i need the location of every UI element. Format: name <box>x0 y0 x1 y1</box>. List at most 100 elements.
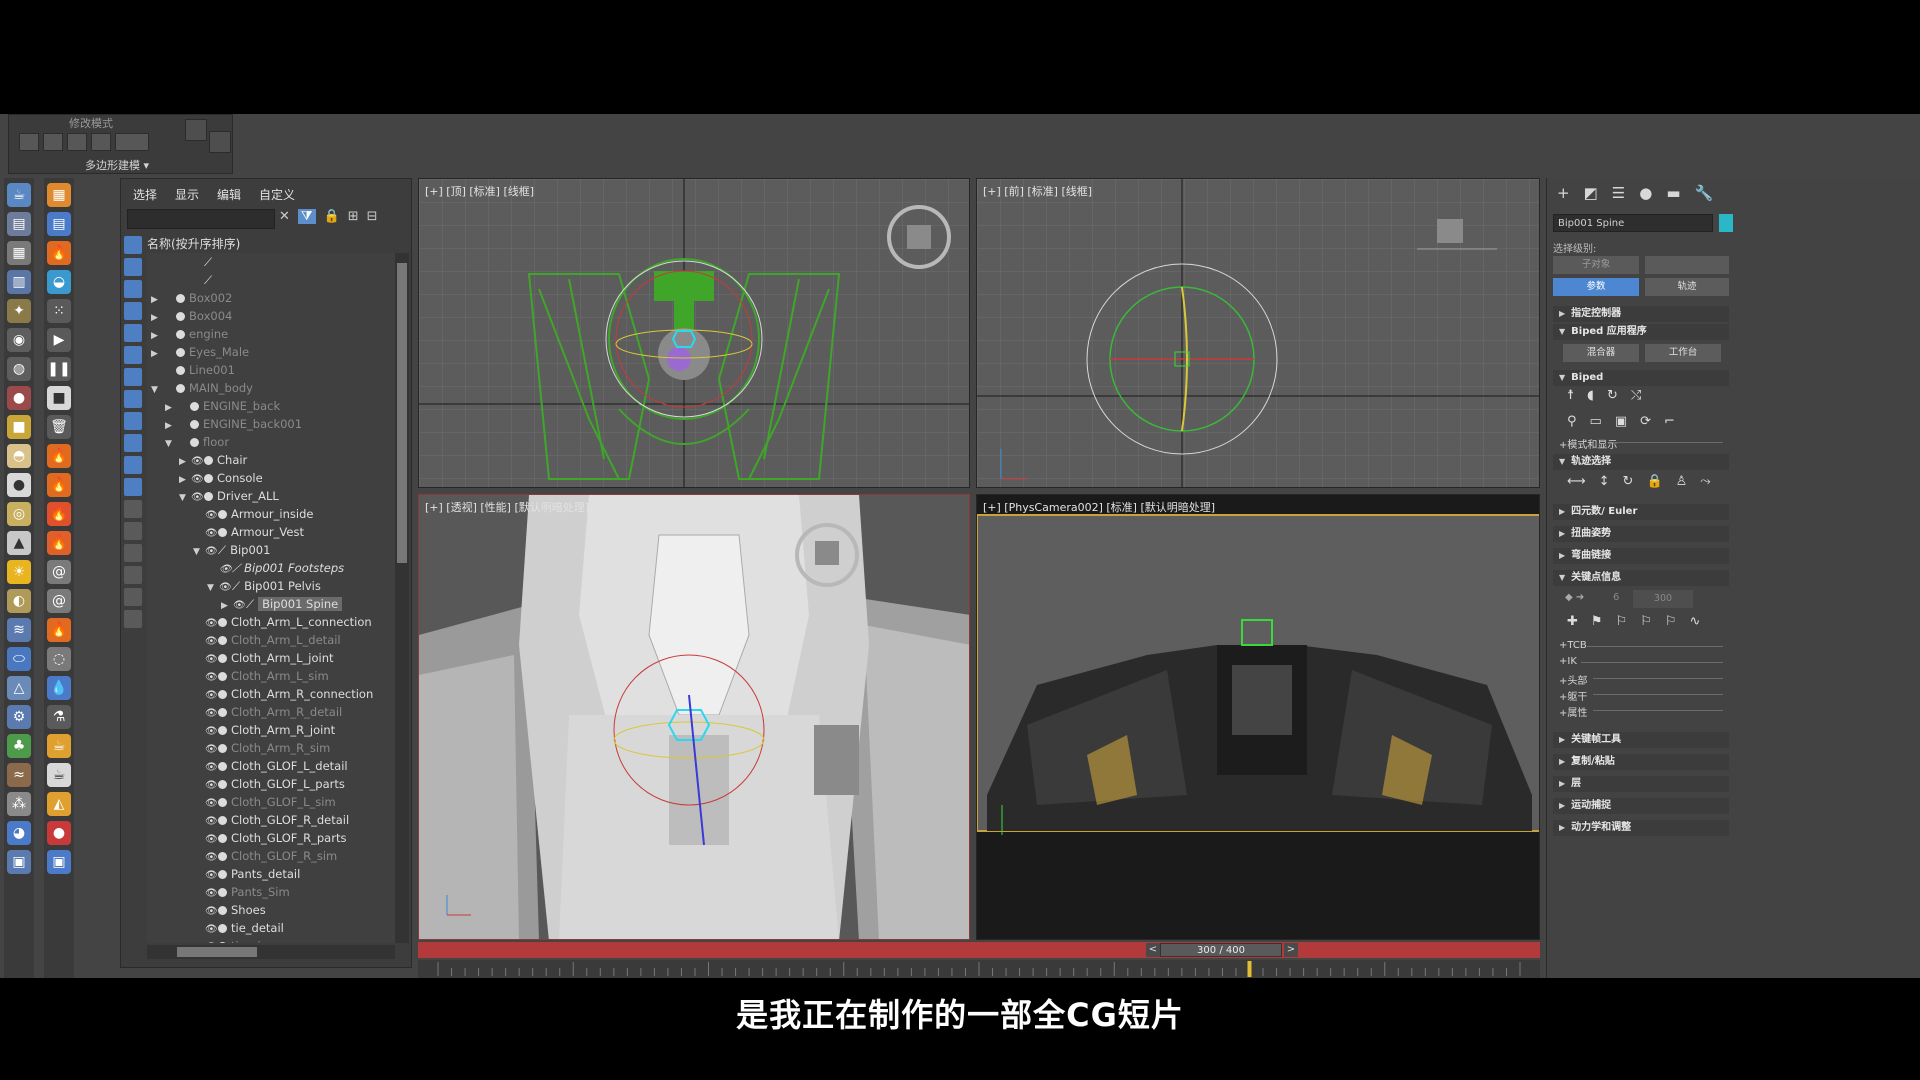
set-free-key-icon[interactable]: ⚐ <box>1640 614 1652 629</box>
display-tab-icon[interactable]: ▬ <box>1666 184 1680 202</box>
filter-hidden-icon[interactable] <box>124 478 142 496</box>
trash-icon[interactable]: 🗑 <box>47 415 71 439</box>
spiral-icon-2[interactable]: @ <box>47 589 71 613</box>
tree-row[interactable]: 👁 Cloth_Arm_L_detail <box>147 631 395 649</box>
tree-row[interactable]: ▶ ENGINE_back001 <box>147 415 395 433</box>
set-key-icon[interactable]: ✚ <box>1567 614 1578 629</box>
time-prev-button[interactable]: < <box>1146 943 1160 957</box>
ribbon-btn-5[interactable] <box>115 133 149 151</box>
body-section[interactable]: +躯干 <box>1559 688 1587 703</box>
rollout-copy-paste[interactable]: ▶ 复制/粘贴 <box>1553 754 1729 770</box>
sub-object-dropdown[interactable] <box>1645 256 1729 274</box>
ik-section[interactable]: +IK <box>1559 656 1577 667</box>
tree-row[interactable]: ▶ Box002 <box>147 289 395 307</box>
filter-containers-icon[interactable] <box>124 434 142 452</box>
filter-invert-icon[interactable] <box>124 544 142 562</box>
name-column-header[interactable]: 名称(按升序排序) <box>147 235 240 252</box>
teapot-icon[interactable]: ☕ <box>7 183 31 207</box>
sub-object-button[interactable]: 子对象 <box>1553 256 1639 274</box>
tree-row[interactable]: 👁 Cloth_Arm_L_connection <box>147 613 395 631</box>
fire-icon-4[interactable]: 🔥 <box>47 502 71 526</box>
rollout-quat-euler[interactable]: ▶ 四元数/ Euler <box>1553 504 1729 520</box>
tree-row[interactable]: 👁 Shoes <box>147 901 395 919</box>
sponge-icon[interactable]: ◭ <box>47 792 71 816</box>
key-nav-arrows[interactable]: ◆ ➔ <box>1565 592 1584 603</box>
ribbon-side-btn-1[interactable] <box>185 119 207 141</box>
filter-xrefs-icon[interactable] <box>124 390 142 408</box>
convert-icon[interactable]: ⟳ <box>1640 414 1651 429</box>
tree-row[interactable]: 👁 Cloth_Arm_L_sim <box>147 667 395 685</box>
object-name-field[interactable]: Bip001 Spine <box>1553 214 1713 232</box>
figure-mode-icon[interactable]: ☨ <box>1567 388 1574 403</box>
set-sliding-key-icon[interactable]: ⚐ <box>1616 614 1628 629</box>
helper-icon[interactable]: ◍ <box>7 357 31 381</box>
tree-row[interactable]: ▶ ENGINE_back <box>147 397 395 415</box>
grass-icon[interactable]: ⁂ <box>7 792 31 816</box>
rollout-bend-links[interactable]: ▶ 弯曲链接 <box>1553 548 1729 564</box>
drop-icon[interactable]: 💧 <box>47 676 71 700</box>
filter-bones-icon[interactable] <box>124 412 142 430</box>
tree-row[interactable]: 👁 Cloth_GLOF_L_detail <box>147 757 395 775</box>
hair-icon[interactable]: ≈ <box>7 763 31 787</box>
camera-icon[interactable]: ◉ <box>7 328 31 352</box>
funnel-icon[interactable] <box>124 566 142 584</box>
rollout-layers[interactable]: ▶ 层 <box>1553 776 1729 792</box>
symmetrical-icon[interactable]: ♙ <box>1676 474 1688 489</box>
ribbon-btn-3[interactable] <box>67 133 87 151</box>
viewport-persp-label[interactable]: [+] [透视] [性能] [默认明暗处理] <box>425 499 589 515</box>
fire-icon-5[interactable]: 🔥 <box>47 531 71 555</box>
tree-row[interactable]: 👁 Cloth_Arm_R_sim <box>147 739 395 757</box>
rollout-key-tools[interactable]: ▶ 关键帧工具 <box>1553 732 1729 748</box>
rollout-biped-apps[interactable]: ▼ Biped 应用程序 <box>1553 324 1729 340</box>
dome-icon[interactable]: ◓ <box>7 444 31 468</box>
viewport-camera-label[interactable]: [+] [PhysCamera002] [标准] [默认明暗处理] <box>983 499 1215 515</box>
fire-icon[interactable]: 🔥 <box>47 241 71 265</box>
hierarchy-icon-2[interactable]: ⊟ <box>367 209 378 224</box>
filter-groups-icon[interactable] <box>124 368 142 386</box>
viewport-icon[interactable]: ▣ <box>7 850 31 874</box>
params-button[interactable]: 参数 <box>1553 278 1639 296</box>
filter-geometry-icon[interactable] <box>124 236 142 254</box>
body-horizontal-icon[interactable]: ⟷ <box>1567 474 1586 489</box>
tree-row[interactable]: ▼ 👁 Driver_ALL <box>147 487 395 505</box>
scrollbar-thumb[interactable] <box>397 263 407 563</box>
grid-icon[interactable]: ▦ <box>47 183 71 207</box>
tree-row[interactable]: ▶ 👁 Console <box>147 469 395 487</box>
tree-row[interactable]: 👁 Pants_detail <box>147 865 395 883</box>
layers-icon[interactable]: ▤ <box>47 212 71 236</box>
rollout-biped[interactable]: ▼ Biped <box>1553 370 1729 386</box>
menu-select[interactable]: 选择 <box>133 186 157 203</box>
tree-row[interactable]: 👁⟋ Bip001 Footsteps <box>147 559 395 577</box>
body-vertical-icon[interactable]: ↕ <box>1599 474 1610 489</box>
load-file-icon[interactable]: ▭ <box>1590 414 1602 429</box>
spiral-icon[interactable]: @ <box>47 560 71 584</box>
tree-row[interactable]: 👁 Cloth_GLOF_L_sim <box>147 793 395 811</box>
tree-row[interactable]: ⟋ <box>147 271 395 289</box>
props-section[interactable]: +属性 <box>1559 704 1587 719</box>
layer-explorer-icon[interactable] <box>124 610 142 628</box>
ribbon-side-btn-2[interactable] <box>209 131 231 153</box>
schematic-icon[interactable]: ▥ <box>7 270 31 294</box>
tree-row[interactable]: ▼ 👁⟋ Bip001 <box>147 541 395 559</box>
document-icon[interactable]: ▦ <box>7 241 31 265</box>
water-icon[interactable]: ◒ <box>47 270 71 294</box>
tcb-section[interactable]: +TCB <box>1559 640 1587 651</box>
filter-cameras-icon[interactable] <box>124 302 142 320</box>
rollout-twist-pose[interactable]: ▶ 扭曲姿势 <box>1553 526 1729 542</box>
tree-row[interactable]: ⟋ <box>147 253 395 271</box>
save-file-icon[interactable]: ▣ <box>1615 414 1627 429</box>
ball-icon[interactable]: ● <box>47 821 71 845</box>
rollout-motion-capture[interactable]: ▶ 运动捕捉 <box>1553 798 1729 814</box>
head-section[interactable]: +头部 <box>1559 672 1587 687</box>
rollout-track-select[interactable]: ▼ 轨迹选择 <box>1553 454 1729 470</box>
tree-row[interactable]: ▼ 👁⟋ Bip001 Pelvis <box>147 577 395 595</box>
bottle-icon[interactable]: ⚗ <box>47 705 71 729</box>
rollout-dynamics[interactable]: ▶ 动力学和调整 <box>1553 820 1729 836</box>
tree-row[interactable]: 👁 Cloth_GLOF_L_parts <box>147 775 395 793</box>
viewport-top-label[interactable]: [+] [顶] [标准] [线框] <box>425 183 534 199</box>
tree-row[interactable]: ▼ floor <box>147 433 395 451</box>
tree-horizontal-scrollbar[interactable] <box>147 945 395 959</box>
tree-row[interactable]: 👁 Cloth_Arm_R_joint <box>147 721 395 739</box>
timeline-bar[interactable] <box>418 942 1540 958</box>
rollout-key-info[interactable]: ▼ 关键点信息 <box>1553 570 1729 586</box>
